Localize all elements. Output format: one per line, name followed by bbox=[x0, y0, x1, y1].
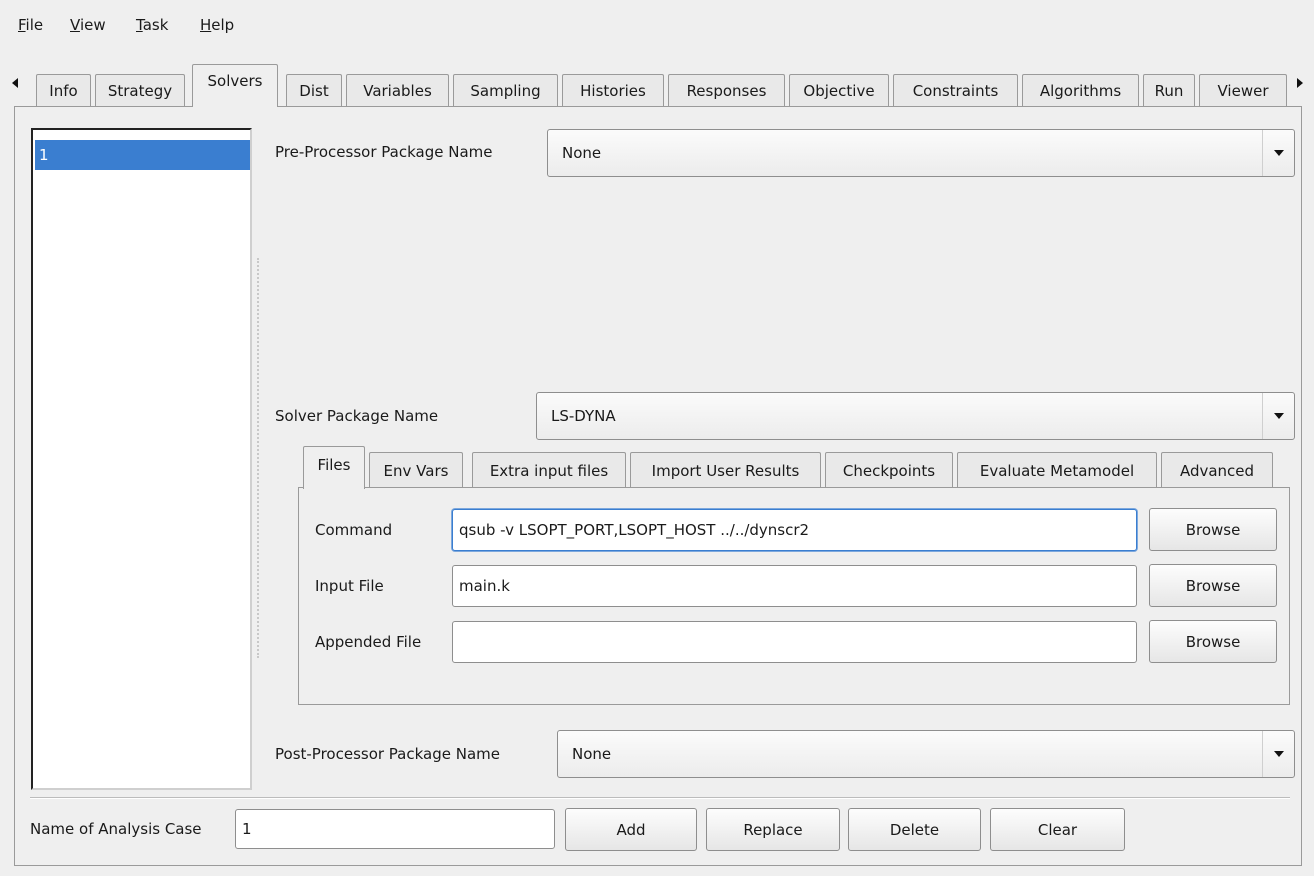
chevron-down-icon[interactable] bbox=[1262, 731, 1294, 777]
tab-variables[interactable]: Variables bbox=[346, 74, 449, 106]
tab-scroll-left-icon[interactable] bbox=[12, 78, 18, 88]
menu-task[interactable]: Task bbox=[136, 16, 168, 34]
tab-extra-input-files[interactable]: Extra input files bbox=[472, 452, 626, 488]
appended-file-label: Appended File bbox=[315, 633, 422, 651]
tab-files[interactable]: Files bbox=[303, 446, 365, 489]
chevron-down-icon[interactable] bbox=[1262, 130, 1294, 176]
tab-evaluate-metamodel[interactable]: Evaluate Metamodel bbox=[957, 452, 1157, 488]
tab-sampling[interactable]: Sampling bbox=[453, 74, 558, 106]
case-name-label: Name of Analysis Case bbox=[30, 820, 202, 838]
list-item[interactable]: 1 bbox=[35, 140, 250, 170]
tab-env-vars[interactable]: Env Vars bbox=[369, 452, 463, 488]
postprocessor-label: Post-Processor Package Name bbox=[275, 745, 501, 763]
browse-appended-button[interactable]: Browse bbox=[1149, 620, 1277, 663]
browse-input-button[interactable]: Browse bbox=[1149, 564, 1277, 607]
replace-button[interactable]: Replace bbox=[706, 808, 840, 851]
chevron-down-icon[interactable] bbox=[1262, 393, 1294, 439]
appended-file-input[interactable] bbox=[452, 621, 1137, 663]
menu-file[interactable]: File bbox=[18, 16, 43, 34]
preprocessor-label: Pre-Processor Package Name bbox=[275, 143, 493, 161]
tab-histories[interactable]: Histories bbox=[562, 74, 664, 106]
menu-view[interactable]: View bbox=[70, 16, 106, 34]
browse-command-button[interactable]: Browse bbox=[1149, 508, 1277, 551]
preprocessor-select[interactable]: None bbox=[547, 129, 1295, 177]
postprocessor-select[interactable]: None bbox=[557, 730, 1295, 778]
menubar: File View Task Help bbox=[0, 0, 1314, 54]
tab-solvers[interactable]: Solvers bbox=[192, 64, 278, 107]
tab-advanced[interactable]: Advanced bbox=[1161, 452, 1273, 488]
splitter-handle[interactable] bbox=[257, 258, 259, 658]
tab-import-user-results[interactable]: Import User Results bbox=[630, 452, 821, 488]
analysis-case-list[interactable]: 1 bbox=[31, 128, 252, 790]
delete-button[interactable]: Delete bbox=[848, 808, 981, 851]
solver-value: LS-DYNA bbox=[551, 407, 616, 425]
tab-algorithms[interactable]: Algorithms bbox=[1022, 74, 1139, 106]
tab-constraints[interactable]: Constraints bbox=[893, 74, 1018, 106]
solver-label: Solver Package Name bbox=[275, 407, 439, 425]
tab-run[interactable]: Run bbox=[1143, 74, 1195, 106]
input-file-input[interactable]: main.k bbox=[452, 565, 1137, 607]
solver-select[interactable]: LS-DYNA bbox=[536, 392, 1295, 440]
tab-dist[interactable]: Dist bbox=[286, 74, 342, 106]
tab-strategy[interactable]: Strategy bbox=[95, 74, 185, 106]
menu-help[interactable]: Help bbox=[200, 16, 234, 34]
clear-button[interactable]: Clear bbox=[990, 808, 1125, 851]
tab-objective[interactable]: Objective bbox=[789, 74, 889, 106]
tab-checkpoints[interactable]: Checkpoints bbox=[825, 452, 953, 488]
tab-viewer[interactable]: Viewer bbox=[1199, 74, 1287, 106]
tab-responses[interactable]: Responses bbox=[668, 74, 785, 106]
command-input[interactable]: qsub -v LSOPT_PORT,LSOPT_HOST ../../dyns… bbox=[452, 509, 1137, 551]
postprocessor-value: None bbox=[572, 745, 612, 763]
input-file-label: Input File bbox=[315, 577, 384, 595]
preprocessor-value: None bbox=[562, 144, 602, 162]
tab-info[interactable]: Info bbox=[36, 74, 91, 106]
tab-scroll-right-icon[interactable] bbox=[1297, 78, 1303, 88]
separator bbox=[30, 797, 1290, 799]
add-button[interactable]: Add bbox=[565, 808, 697, 851]
case-name-input[interactable]: 1 bbox=[235, 809, 555, 849]
command-label: Command bbox=[315, 521, 393, 539]
